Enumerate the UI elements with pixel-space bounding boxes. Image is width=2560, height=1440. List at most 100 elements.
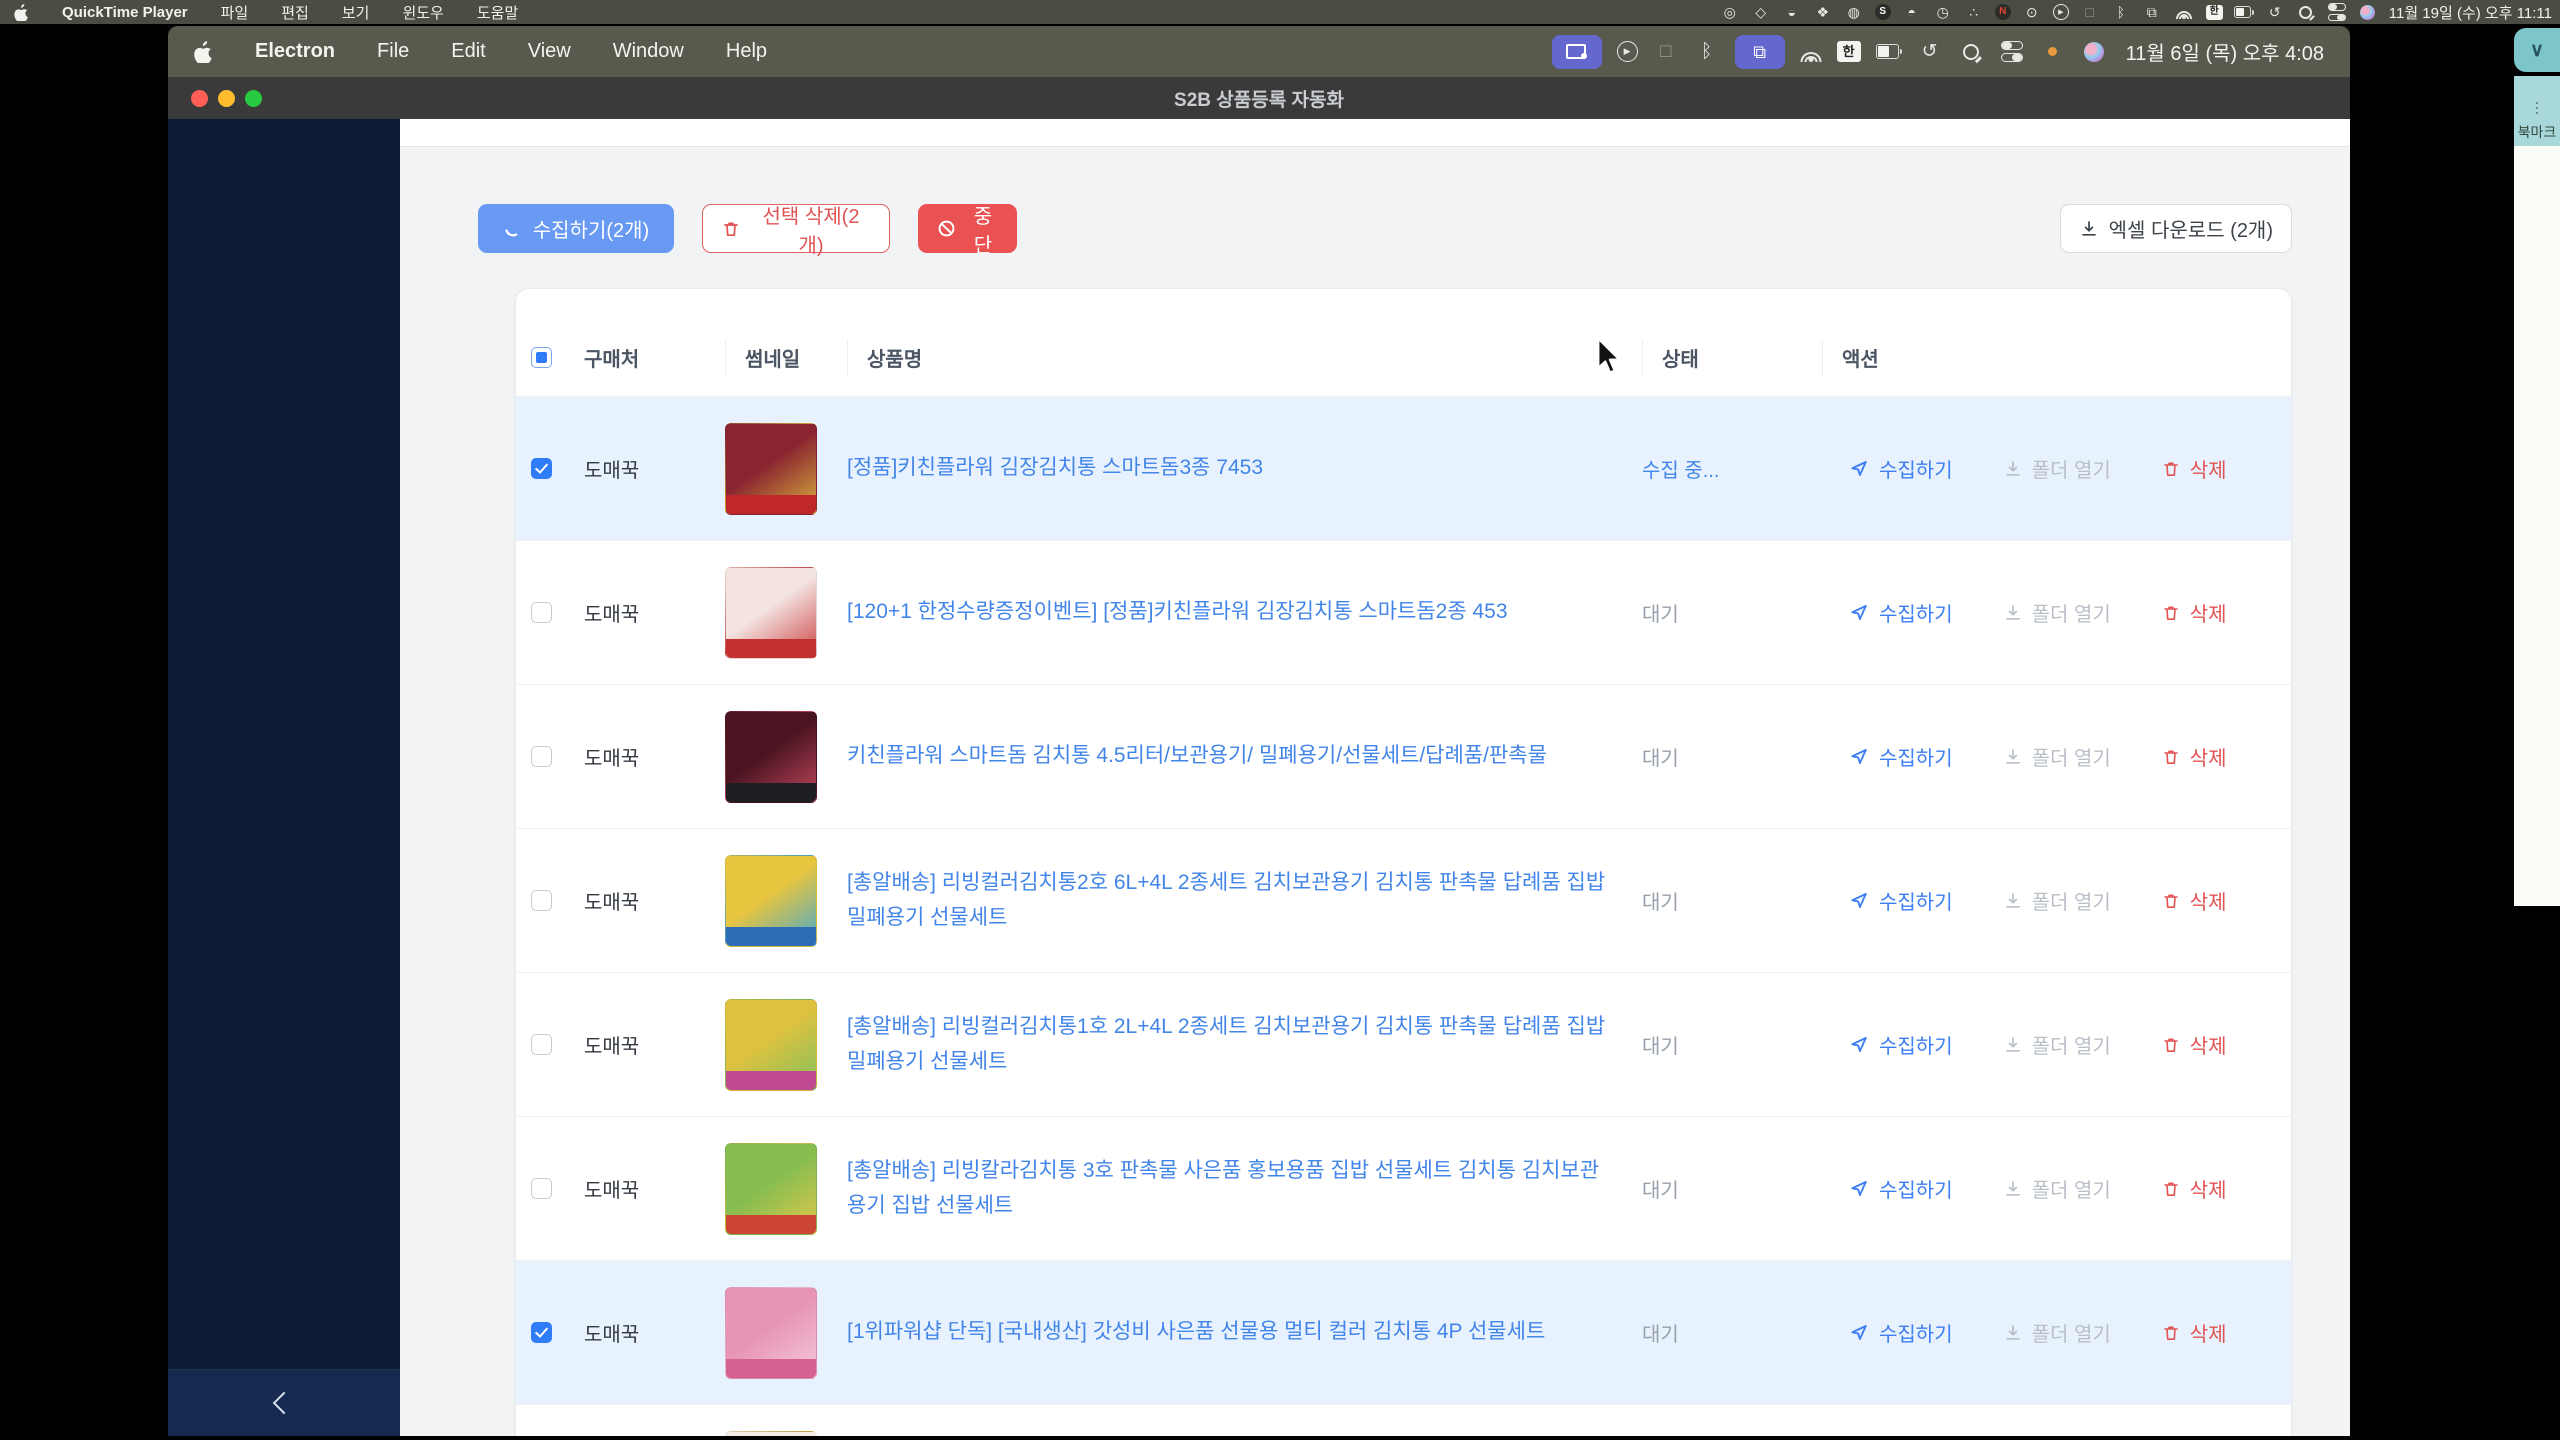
row-checkbox[interactable] — [531, 890, 552, 911]
delete-selected-button[interactable]: 선택 삭제(2개) — [702, 204, 890, 257]
product-thumbnail[interactable] — [725, 1142, 817, 1235]
rec-menu-help[interactable]: Help — [726, 40, 767, 63]
apple-menu-icon[interactable] — [14, 3, 29, 21]
recorded-clock[interactable]: 11월 6일 (목) 오후 4:08 — [2126, 37, 2324, 66]
window-title-bar[interactable]: S2B 상품등록 자동화 — [168, 77, 2350, 119]
globe-icon[interactable]: ◍ — [1844, 3, 1864, 21]
product-thumbnail[interactable] — [725, 1286, 817, 1379]
row-open-folder-button[interactable]: 폴더 열기 — [2003, 1030, 2111, 1059]
collapse-sidebar-button[interactable] — [168, 1369, 400, 1436]
product-name-link[interactable]: 키친플라워 스마트돔 김치통 4.5리터/보관용기/ 밀폐용기/선물세트/답례품… — [847, 739, 1642, 773]
host-menu-edit[interactable]: 편집 — [281, 2, 309, 23]
row-open-folder-button[interactable]: 폴더 열기 — [2003, 1174, 2111, 1203]
row-checkbox[interactable] — [531, 458, 552, 479]
rec-menu-edit[interactable]: Edit — [451, 40, 485, 63]
s-badge-icon[interactable]: S — [1874, 4, 1891, 20]
recording-dot[interactable] — [2040, 40, 2066, 64]
search-icon[interactable] — [1958, 40, 1984, 64]
close-window-button[interactable] — [191, 89, 208, 107]
recorded-app-name[interactable]: Electron — [255, 40, 335, 63]
stop-button[interactable]: 중단 — [918, 204, 1017, 257]
excel-download-button[interactable]: 엑셀 다운로드 (2개) — [2059, 204, 2292, 253]
product-thumbnail[interactable] — [725, 854, 817, 947]
select-all-checkbox[interactable] — [531, 347, 552, 368]
airplay-audio-icon[interactable]: ⊙ — [2022, 3, 2042, 21]
korean-input-icon[interactable]: 한 — [1836, 41, 1861, 62]
rec-menu-view[interactable]: View — [528, 40, 571, 63]
row-collect-button[interactable]: 수집하기 — [1849, 1174, 1953, 1203]
row-open-folder-button[interactable]: 폴더 열기 — [2003, 454, 2111, 483]
host-app-name[interactable]: QuickTime Player — [62, 4, 188, 21]
mouse-icon[interactable]: ◒ — [1782, 3, 1802, 21]
location-badge-icon[interactable]: N — [1994, 4, 2011, 20]
copy-stack-icon[interactable]: ⧉ — [2142, 3, 2162, 21]
row-delete-button[interactable]: 삭제 — [2161, 742, 2227, 771]
product-thumbnail[interactable] — [725, 566, 817, 659]
screen-sharing-button[interactable] — [1551, 34, 1602, 69]
control-center-icon[interactable] — [1999, 40, 2025, 64]
collect-button[interactable]: 수집하기(2개) — [478, 204, 674, 253]
play-circle-icon[interactable]: ▶ — [1616, 41, 1638, 62]
ring-icon[interactable]: ◎ — [1720, 3, 1740, 21]
row-delete-button[interactable]: 삭제 — [2161, 886, 2227, 915]
product-name-link[interactable]: [총알배송] 리빙컬러김치통2호 6L+4L 2종세트 김치보관용기 김치통 판… — [847, 866, 1642, 934]
product-name-link[interactable]: [정품]키친플라워 김장김치통 스마트돔3종 7453 — [847, 451, 1642, 485]
battery-icon[interactable] — [1875, 40, 1902, 64]
row-delete-button[interactable]: 삭제 — [2161, 454, 2227, 483]
bluetooth-icon[interactable]: ᛒ — [2111, 3, 2131, 21]
host-menu-file[interactable]: 파일 — [221, 2, 249, 23]
bookmark-panel[interactable]: 북마크 — [2514, 76, 2560, 146]
row-checkbox[interactable] — [531, 746, 552, 767]
time-machine-icon[interactable]: ↺ — [1917, 40, 1943, 64]
product-thumbnail[interactable] — [725, 1430, 817, 1436]
rec-menu-file[interactable]: File — [377, 40, 409, 63]
product-name-link[interactable]: [120+1 한정수량증정이벤트] [정품]키친플라워 김장김치통 스마트돔2종… — [847, 595, 1642, 629]
row-collect-button[interactable]: 수집하기 — [1849, 1318, 1953, 1347]
row-delete-button[interactable]: 삭제 — [2161, 598, 2227, 627]
time-machine-icon[interactable]: ↺ — [2265, 3, 2285, 21]
clock-icon[interactable]: ◷ — [1933, 3, 1953, 21]
screen-mirroring-icon[interactable]: □ — [1653, 40, 1679, 64]
minimize-window-button[interactable] — [218, 89, 235, 107]
row-checkbox[interactable] — [531, 1034, 552, 1055]
copy-stack-button[interactable]: ⧉ — [1734, 34, 1785, 69]
wifi-icon[interactable] — [2173, 3, 2195, 21]
host-menu-window[interactable]: 윈도우 — [402, 2, 443, 23]
row-collect-button[interactable]: 수집하기 — [1849, 598, 1953, 627]
screen-mirroring-icon[interactable]: □ — [2080, 3, 2100, 21]
wifi-icon[interactable] — [1800, 40, 1822, 64]
korean-input-icon[interactable]: 한 — [2205, 4, 2223, 20]
row-collect-button[interactable]: 수집하기 — [1849, 454, 1953, 483]
rec-menu-window[interactable]: Window — [613, 40, 684, 63]
battery-icon[interactable] — [2233, 3, 2254, 21]
product-name-link[interactable]: [총알배송] 리빙칼라김치통 3호 판촉물 사은품 홍보용품 집밥 선물세트 김… — [847, 1154, 1642, 1222]
diamond-icon[interactable]: ❖ — [1813, 3, 1833, 21]
profile-icon[interactable] — [2081, 40, 2107, 64]
row-checkbox[interactable] — [531, 602, 552, 623]
profile-icon[interactable] — [2358, 3, 2378, 21]
host-clock[interactable]: 11월 19일 (수) 오후 11:11 — [2389, 2, 2552, 23]
bluetooth-icon[interactable]: ᛒ — [1694, 40, 1720, 64]
bookmark-panel-collapse-button[interactable]: ∨ — [2514, 28, 2560, 72]
row-open-folder-button[interactable]: 폴더 열기 — [2003, 886, 2111, 915]
product-name-link[interactable]: [1위파워샵 단독] [국내생산] 갓성비 사은품 선물용 멀티 컬러 김치통 … — [847, 1315, 1642, 1349]
row-collect-button[interactable]: 수집하기 — [1849, 886, 1953, 915]
row-delete-button[interactable]: 삭제 — [2161, 1318, 2227, 1347]
row-collect-button[interactable]: 수집하기 — [1849, 1030, 1953, 1059]
row-collect-button[interactable]: 수집하기 — [1849, 742, 1953, 771]
product-thumbnail[interactable] — [725, 710, 817, 803]
people-icon[interactable]: ∴ — [1964, 3, 1984, 21]
product-name-link[interactable]: [총알배송] 리빙컬러김치통1호 2L+4L 2종세트 김치보관용기 김치통 판… — [847, 1010, 1642, 1078]
host-menu-help[interactable]: 도움말 — [477, 2, 518, 23]
apple-menu-icon[interactable] — [194, 40, 213, 63]
row-checkbox[interactable] — [531, 1178, 552, 1199]
product-thumbnail[interactable] — [725, 998, 817, 1091]
shield-icon[interactable]: ◇ — [1751, 3, 1771, 21]
row-open-folder-button[interactable]: 폴더 열기 — [2003, 1318, 2111, 1347]
row-open-folder-button[interactable]: 폴더 열기 — [2003, 598, 2111, 627]
play-circle-icon[interactable]: ▶ — [2052, 4, 2069, 20]
product-thumbnail[interactable] — [725, 422, 817, 515]
row-delete-button[interactable]: 삭제 — [2161, 1174, 2227, 1203]
control-center-icon[interactable] — [2327, 3, 2347, 21]
search-icon[interactable] — [2296, 3, 2316, 21]
